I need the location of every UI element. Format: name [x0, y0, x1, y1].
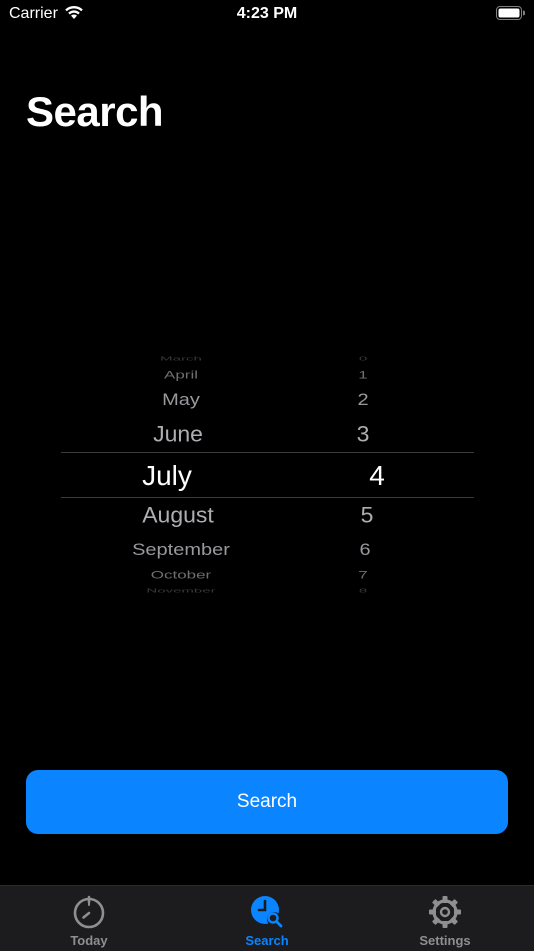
- status-bar: Carrier 4:23 PM: [0, 0, 534, 30]
- picker-month: July: [142, 460, 192, 492]
- picker-month: November: [146, 587, 216, 594]
- clock-search-icon: [251, 896, 283, 928]
- picker-day: 4: [369, 460, 385, 492]
- picker-month: June: [153, 421, 203, 447]
- picker-row[interactable]: May 2: [61, 390, 474, 410]
- picker-day: 3: [356, 421, 370, 447]
- tab-label-settings: Settings: [419, 933, 471, 948]
- picker-month: May: [162, 390, 200, 410]
- status-time: 4:23 PM: [236, 5, 298, 22]
- picker-month: April: [163, 368, 198, 381]
- tab-label-search: Search: [245, 933, 289, 948]
- picker-month: March: [160, 355, 202, 362]
- picker-row[interactable]: August 5: [61, 503, 474, 529]
- picker-month: October: [150, 568, 212, 581]
- picker-row[interactable]: April 1: [61, 368, 474, 381]
- picker-day: 6: [359, 540, 371, 560]
- picker-row[interactable]: November 8: [61, 588, 474, 594]
- picker-selection-bottom-line: [61, 497, 474, 498]
- picker-month: August: [142, 502, 214, 528]
- tab-bar: Today Search Settings: [0, 885, 534, 951]
- tab-today[interactable]: Today: [0, 886, 178, 951]
- picker-day: 7: [358, 568, 368, 581]
- page-title: Search: [26, 88, 164, 135]
- picker-day: 5: [360, 502, 374, 528]
- picker-day: 0: [358, 355, 368, 362]
- picker-row[interactable]: October 7: [61, 568, 474, 581]
- date-picker[interactable]: March 0 April 1 May 2 June 3 July 4 August 5 Septemb…: [61, 355, 474, 595]
- picker-row[interactable]: March 0: [61, 356, 474, 362]
- tab-search[interactable]: Search: [178, 886, 356, 951]
- picker-day: 2: [357, 390, 369, 410]
- picker-month: September: [132, 540, 230, 560]
- picker-row-selected[interactable]: July 4: [61, 459, 474, 493]
- picker-day: 8: [358, 587, 368, 594]
- gear-icon: [429, 896, 461, 928]
- picker-row[interactable]: September 6: [61, 540, 474, 560]
- tab-label-today: Today: [70, 933, 108, 948]
- picker-selection-top-line: [61, 452, 474, 453]
- picker-day: 1: [358, 368, 368, 381]
- picker-row[interactable]: June 3: [61, 422, 474, 448]
- tab-settings[interactable]: Settings: [356, 886, 534, 951]
- timer-icon: [73, 895, 105, 929]
- search-button[interactable]: Search: [26, 770, 508, 834]
- battery-icon: [496, 6, 525, 20]
